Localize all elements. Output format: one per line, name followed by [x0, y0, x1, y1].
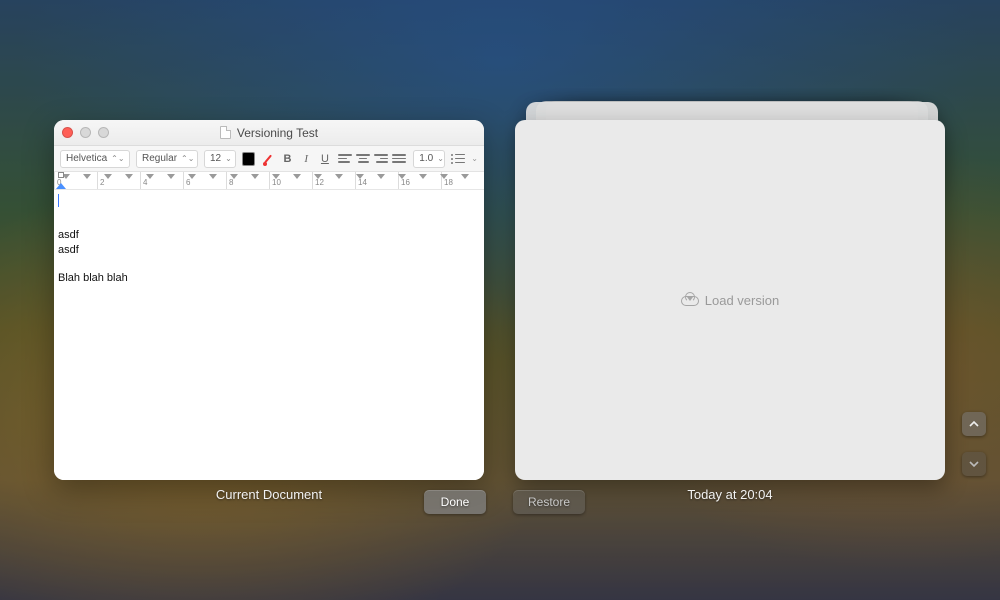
version-next-button[interactable] — [962, 452, 986, 476]
left-indent-marker[interactable] — [56, 183, 66, 189]
italic-button[interactable]: I — [300, 151, 313, 167]
tab-stop-icon[interactable] — [293, 174, 301, 179]
font-family-select[interactable]: Helvetica ⌃⌄ — [60, 150, 130, 168]
version-stack: Load version — [515, 64, 945, 480]
eyedropper-icon[interactable] — [261, 151, 275, 167]
font-style-select[interactable]: Regular ⌃⌄ — [136, 150, 198, 168]
document-icon — [220, 126, 231, 139]
chevron-down-icon: ⌄ — [225, 154, 232, 163]
chevron-updown-icon: ⌃⌄ — [181, 154, 194, 163]
line-spacing-select[interactable]: 1.0 ⌄ — [413, 150, 445, 168]
align-justify-button[interactable] — [391, 151, 407, 167]
load-version-placeholder[interactable]: Load version — [681, 293, 779, 308]
tab-stop-icon[interactable] — [314, 174, 322, 179]
tab-stop-icon[interactable] — [167, 174, 175, 179]
tab-stop-icon[interactable] — [377, 174, 385, 179]
chevron-down-icon — [969, 459, 979, 469]
align-left-button[interactable] — [337, 151, 353, 167]
format-toolbar: Helvetica ⌃⌄ Regular ⌃⌄ 12 ⌄ B I U — [54, 146, 484, 172]
titlebar: Versioning Test — [54, 120, 484, 146]
tab-stop-icon[interactable] — [419, 174, 427, 179]
zoom-window-button[interactable] — [98, 127, 109, 138]
current-document-window: Versioning Test Helvetica ⌃⌄ Regular ⌃⌄ … — [54, 120, 484, 480]
text-cursor — [58, 194, 59, 207]
tab-stop-icon[interactable] — [356, 174, 364, 179]
tab-stop-icon[interactable] — [230, 174, 238, 179]
tab-stop-icon[interactable] — [104, 174, 112, 179]
ruler[interactable]: 02468101214161820 — [54, 172, 484, 190]
bold-button[interactable]: B — [281, 151, 294, 167]
load-version-label: Load version — [705, 293, 779, 308]
window-controls — [62, 127, 109, 138]
version-timestamp-label: Today at 20:04 — [515, 487, 945, 502]
tab-stop-icon[interactable] — [272, 174, 280, 179]
font-size-select[interactable]: 12 ⌄ — [204, 150, 236, 168]
font-size-value: 12 — [210, 153, 221, 164]
close-window-button[interactable] — [62, 127, 73, 138]
list-style-button[interactable] — [451, 151, 465, 167]
tab-stop-icon[interactable] — [251, 174, 259, 179]
tab-stop-icon[interactable] — [335, 174, 343, 179]
document-line — [58, 257, 478, 271]
tab-stop-icon[interactable] — [440, 174, 448, 179]
font-family-value: Helvetica — [66, 153, 107, 164]
current-document-label: Current Document — [54, 487, 484, 502]
done-button[interactable]: Done — [424, 490, 486, 514]
minimize-window-button[interactable] — [80, 127, 91, 138]
underline-button[interactable]: U — [319, 151, 332, 167]
alignment-group — [337, 151, 407, 167]
tab-stop-icon[interactable] — [398, 174, 406, 179]
document-line: asdf — [58, 243, 478, 257]
cloud-download-icon — [681, 294, 697, 306]
document-line: asdf — [58, 228, 478, 242]
chevron-updown-icon: ⌃⌄ — [111, 154, 124, 163]
window-title: Versioning Test — [237, 126, 318, 140]
chevron-down-icon: ⌄ — [471, 154, 478, 163]
chevron-up-icon — [969, 419, 979, 429]
tab-stop-icon[interactable] — [188, 174, 196, 179]
version-card-front[interactable]: Load version — [515, 120, 945, 480]
text-color-swatch[interactable] — [242, 152, 255, 166]
align-center-button[interactable] — [355, 151, 371, 167]
font-style-value: Regular — [142, 153, 177, 164]
tab-stop-icon[interactable] — [209, 174, 217, 179]
tab-stop-icon[interactable] — [461, 174, 469, 179]
tab-stop-icon[interactable] — [83, 174, 91, 179]
document-body[interactable]: asdfasdf Blah blah blah — [54, 190, 484, 480]
chevron-down-icon: ⌄ — [437, 154, 444, 163]
document-line: Blah blah blah — [58, 271, 478, 285]
tab-stop-icon[interactable] — [125, 174, 133, 179]
line-spacing-value: 1.0 — [419, 153, 433, 164]
first-line-indent-marker[interactable] — [58, 172, 64, 178]
align-right-button[interactable] — [373, 151, 389, 167]
version-previous-button[interactable] — [962, 412, 986, 436]
tab-stop-icon[interactable] — [146, 174, 154, 179]
